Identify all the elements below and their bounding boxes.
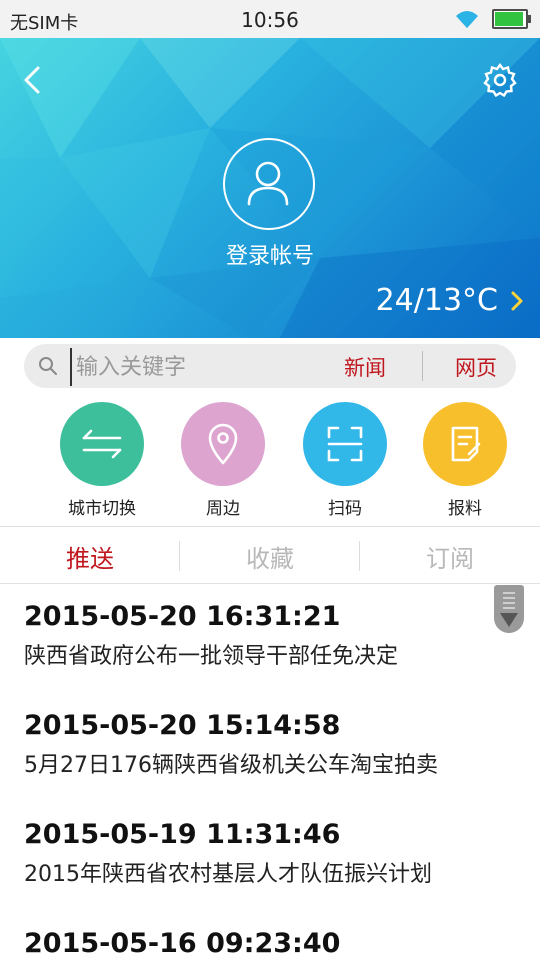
shortcut-label: 城市切换: [68, 499, 136, 519]
shortcut-grid: 城市切换 周边 扫码 报料: [0, 402, 540, 522]
tab-push[interactable]: 推送: [0, 539, 180, 574]
item-timestamp: 2015-05-16 09:23:40: [24, 928, 341, 959]
back-button[interactable]: [16, 62, 46, 98]
swap-arrows-icon: [82, 429, 122, 459]
shortcut-circle: [303, 402, 387, 486]
status-bar: 无SIM卡 10:56: [0, 0, 540, 38]
shortcut-label: 扫码: [328, 499, 362, 519]
shortcut-nearby[interactable]: 周边: [163, 402, 283, 519]
shortcut-report[interactable]: 报料: [405, 402, 525, 519]
shortcut-circle: [181, 402, 265, 486]
shortcut-label: 周边: [206, 499, 240, 519]
item-title: 5月27日176辆陕西省级机关公车淘宝拍卖: [24, 753, 438, 778]
item-timestamp: 2015-05-20 15:14:58: [24, 710, 341, 741]
avatar-button[interactable]: [223, 138, 315, 230]
list-item[interactable]: 2015-05-16 09:23:40: [24, 928, 514, 960]
list-item[interactable]: 2015-05-20 16:31:21 陕西省政府公布一批领导干部任免决定: [24, 601, 514, 670]
note-edit-icon: [451, 426, 481, 462]
gear-icon: [483, 63, 517, 98]
search-input[interactable]: [70, 348, 328, 386]
chevron-right-icon[interactable]: [510, 290, 524, 312]
status-icons: [452, 8, 531, 30]
list-item[interactable]: 2015-05-19 11:31:46 2015年陕西省农村基层人才队伍振兴计划: [24, 819, 514, 888]
shortcut-label: 报料: [448, 499, 482, 519]
location-pin-icon: [208, 423, 238, 465]
battery-level: [495, 12, 524, 26]
settings-button[interactable]: [482, 62, 518, 98]
news-feed: 2015-05-20 16:31:21 陕西省政府公布一批领导干部任免决定 20…: [0, 583, 540, 960]
pull-down-handle[interactable]: [494, 585, 524, 633]
item-timestamp: 2015-05-20 16:31:21: [24, 601, 341, 632]
scan-icon: [327, 426, 363, 462]
shortcut-scan[interactable]: 扫码: [285, 402, 405, 519]
item-timestamp: 2015-05-19 11:31:46: [24, 819, 341, 850]
search-icon: [39, 357, 57, 375]
shortcut-circle: [60, 402, 144, 486]
shortcut-circle: [423, 402, 507, 486]
weather-readout[interactable]: 24/13°C: [376, 283, 498, 318]
wifi-icon: [456, 11, 478, 28]
item-title: 2015年陕西省农村基层人才队伍振兴计划: [24, 862, 432, 887]
login-link[interactable]: 登录帐号: [0, 238, 540, 270]
tab-bar: 推送 收藏 订阅: [0, 526, 540, 584]
list-item[interactable]: 2015-05-20 15:14:58 5月27日176辆陕西省级机关公车淘宝拍…: [24, 710, 514, 779]
tab-favorites[interactable]: 收藏: [180, 539, 360, 574]
profile-header: 登录帐号 24/13°C: [0, 38, 540, 338]
tab-subscriptions[interactable]: 订阅: [360, 539, 540, 574]
user-icon: [247, 161, 289, 206]
chevron-left-icon: [24, 66, 40, 94]
item-title: 陕西省政府公布一批领导干部任免决定: [24, 644, 399, 669]
shortcut-city-switch[interactable]: 城市切换: [42, 402, 162, 519]
search-news-button[interactable]: 新闻: [344, 352, 386, 382]
search-web-button[interactable]: 网页: [455, 352, 497, 382]
search-bar: 新闻 网页: [24, 344, 516, 388]
search-divider: [422, 351, 423, 381]
battery-icon: [492, 9, 531, 29]
arrow-down-icon: [500, 592, 518, 627]
